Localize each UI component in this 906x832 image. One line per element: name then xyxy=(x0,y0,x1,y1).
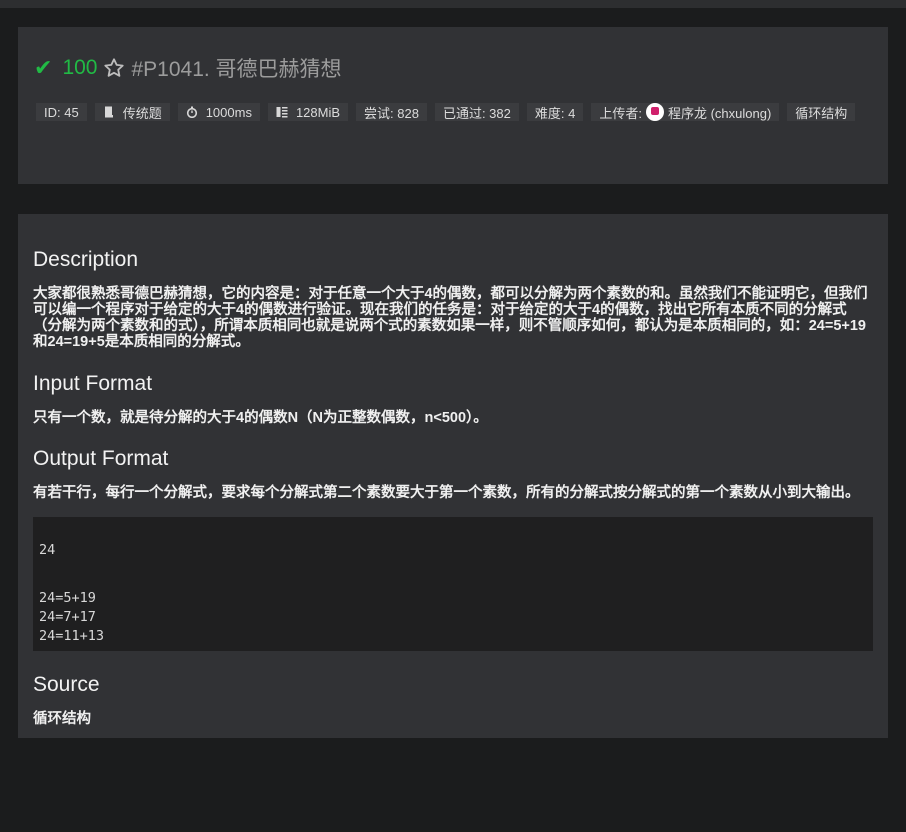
stopwatch-icon xyxy=(186,106,197,118)
output-format-text: 有若干行，每行一个分解式，要求每个分解式第二个素数要大于第一个素数，所有的分解式… xyxy=(33,485,860,501)
top-bar xyxy=(0,0,906,8)
meta-tag[interactable]: 循环结构 xyxy=(787,103,856,121)
meta-accepted: 已通过: 382 xyxy=(434,103,519,121)
sample-output-line: 24=5+19 xyxy=(39,590,96,606)
source-heading: Source xyxy=(33,673,100,696)
problem-score: 100 xyxy=(62,56,98,79)
meta-uploader-name[interactable]: 程序龙 (chxulong) xyxy=(668,103,771,122)
problem-title-row: ✔ 100 #P1041. 哥德巴赫猜想 xyxy=(34,55,342,81)
sample-output-line: 24=11+13 xyxy=(39,628,105,644)
avatar[interactable] xyxy=(645,103,664,121)
source-text: 循环结构 xyxy=(33,711,91,727)
description-heading: Description xyxy=(33,248,139,271)
problem-title: #P1041. 哥德巴赫猜想 xyxy=(131,58,342,81)
meta-time-label: 1000ms xyxy=(205,104,252,120)
meta-memory-label: 128MiB xyxy=(295,104,341,120)
problem-content-panel: Description 大家都很熟悉哥德巴赫猜想，它的内容是：对于任意一个大于4… xyxy=(18,214,888,738)
input-format-text: 只有一个数，就是待分解的大于4的偶数N（N为正整数偶数，n<500）。 xyxy=(33,410,488,426)
output-format-heading: Output Format xyxy=(33,447,169,470)
meta-id: ID: 45 xyxy=(36,103,87,121)
sample-output-line: 24=7+17 xyxy=(39,609,96,625)
input-format-heading: Input Format xyxy=(33,372,153,395)
meta-type: 传统题 xyxy=(94,103,170,121)
meta-uploader: 上传者: 程序龙 (chxulong) xyxy=(591,103,780,122)
meta-attempts: 尝试: 828 xyxy=(356,103,427,121)
meta-time-limit: 1000ms xyxy=(177,103,260,121)
memory-icon xyxy=(276,107,288,118)
meta-uploader-label: 上传者: xyxy=(599,105,642,121)
meta-difficulty: 难度: 4 xyxy=(526,103,584,121)
check-icon: ✔ xyxy=(34,55,53,80)
problem-header-panel: ✔ 100 #P1041. 哥德巴赫猜想 ID: 45 传统题 1000ms 1… xyxy=(18,27,888,184)
description-text: 大家都很熟悉哥德巴赫猜想，它的内容是：对于任意一个大于4的偶数，都可以分解为两个… xyxy=(33,286,868,350)
star-icon[interactable] xyxy=(103,57,125,79)
meta-type-label: 传统题 xyxy=(122,105,162,121)
meta-memory-limit: 128MiB xyxy=(267,103,349,121)
book-icon xyxy=(104,106,113,118)
problem-meta: ID: 45 传统题 1000ms 128MiB 尝试: 828 已通过: 38… xyxy=(36,103,856,121)
sample-code-block: 24 24=5+19 24=7+17 24=11+13 xyxy=(33,517,873,651)
sample-input: 24 xyxy=(39,542,56,558)
